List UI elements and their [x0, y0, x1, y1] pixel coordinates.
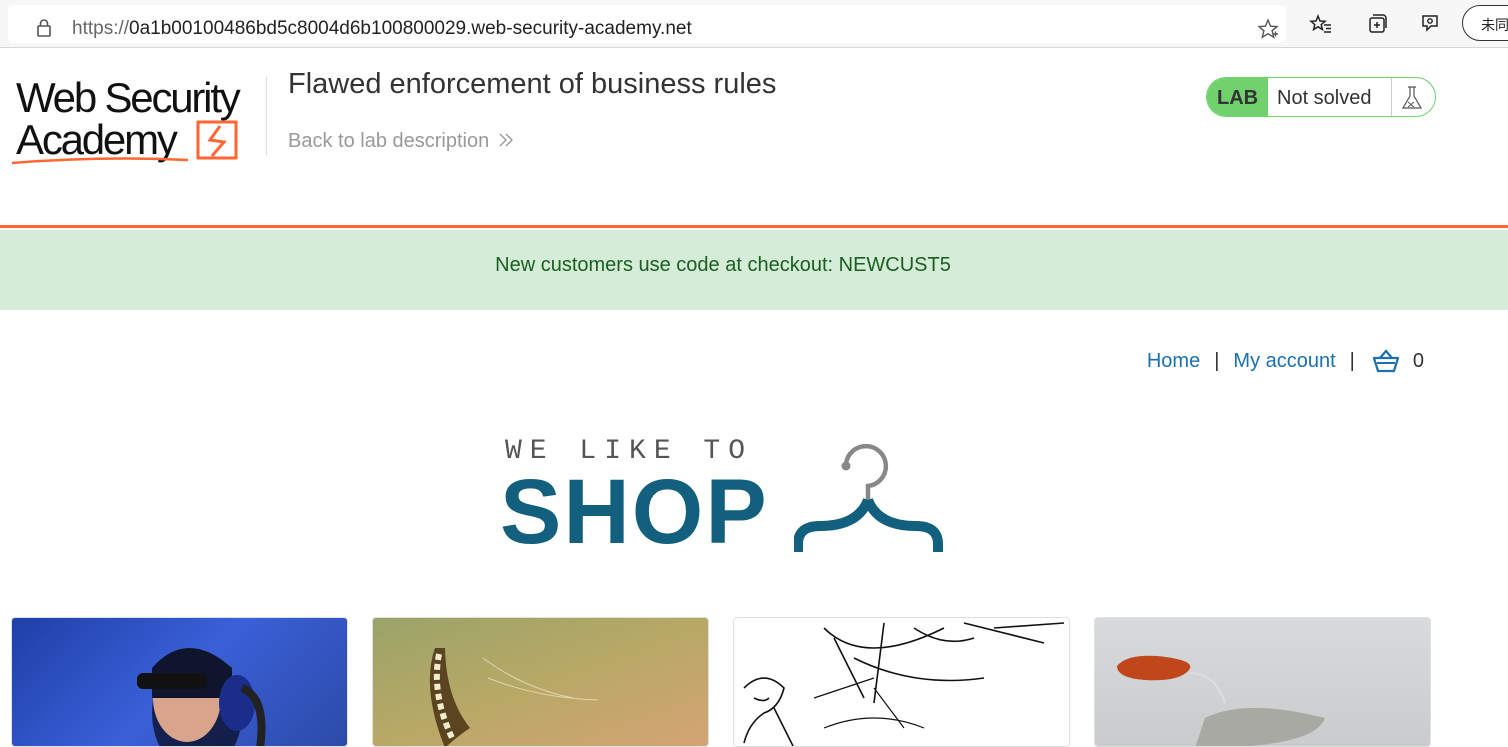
top-nav: Home | My account | 0: [1147, 348, 1424, 374]
back-link-label: Back to lab description: [288, 130, 490, 152]
lab-status-text: Not solved: [1277, 87, 1372, 109]
promo-notification: New customers use code at checkout: NEWC…: [0, 230, 1508, 310]
nav-my-account-link[interactable]: My account: [1233, 350, 1335, 373]
logo-line2: Academy: [16, 116, 178, 163]
nav-separator: |: [1349, 349, 1355, 372]
clothes-hanger-icon: [794, 443, 943, 552]
product-image-mustache[interactable]: [372, 617, 709, 747]
product-image-headphones[interactable]: [11, 617, 348, 747]
lock-icon[interactable]: [36, 18, 52, 38]
mustache-illustration-image: [429, 648, 599, 746]
lab-title: Flawed enforcement of business rules: [288, 68, 777, 100]
address-bar[interactable]: https://0a1b00100486bd5c8004d6b100800029…: [8, 5, 1286, 43]
headphones-person-image: [137, 648, 266, 746]
url-protocol: https://: [72, 18, 130, 39]
cart-count[interactable]: 0: [1413, 350, 1424, 373]
nav-home-link[interactable]: Home: [1147, 350, 1200, 373]
feedback-icon[interactable]: [1419, 12, 1443, 36]
favorites-icon[interactable]: [1309, 12, 1333, 36]
promo-text: New customers use code at checkout: NEWC…: [495, 254, 951, 276]
shop-logo-title: SHOP: [500, 461, 769, 563]
logo-divider: [266, 76, 267, 156]
sketch-illustration-image: [743, 622, 1065, 746]
teabag-image: [1117, 655, 1325, 746]
lab-header: Web Security Academy Flawed enforcement …: [0, 48, 1508, 228]
shop-logo: WE LIKE TO SHOP: [500, 430, 950, 560]
lab-badge: LAB: [1207, 78, 1268, 116]
url-text[interactable]: https://0a1b00100486bd5c8004d6b100800029…: [72, 18, 692, 40]
profile-button[interactable]: 未同: [1462, 5, 1508, 41]
flask-icon: [1401, 86, 1423, 109]
web-security-academy-logo[interactable]: Web Security Academy: [12, 76, 267, 216]
product-image-sketch[interactable]: [733, 617, 1070, 747]
collections-icon[interactable]: [1365, 12, 1389, 36]
nav-separator: |: [1214, 349, 1220, 372]
browser-toolbar: https://0a1b00100486bd5c8004d6b100800029…: [0, 0, 1508, 48]
double-chevron-right-icon: [499, 133, 514, 147]
cart-basket-icon[interactable]: [1371, 348, 1401, 374]
logo-line1: Web Security: [16, 76, 241, 121]
flask-cell[interactable]: [1391, 78, 1435, 116]
back-to-lab-description-link[interactable]: Back to lab description: [288, 130, 515, 153]
product-image-teabag[interactable]: [1094, 617, 1431, 747]
lab-status-widget: LAB Not solved: [1206, 77, 1436, 117]
favorite-star-icon[interactable]: [1256, 17, 1280, 41]
profile-label: 未同: [1481, 18, 1508, 34]
url-host: 0a1b00100486bd5c8004d6b100800029.web-sec…: [129, 18, 692, 39]
